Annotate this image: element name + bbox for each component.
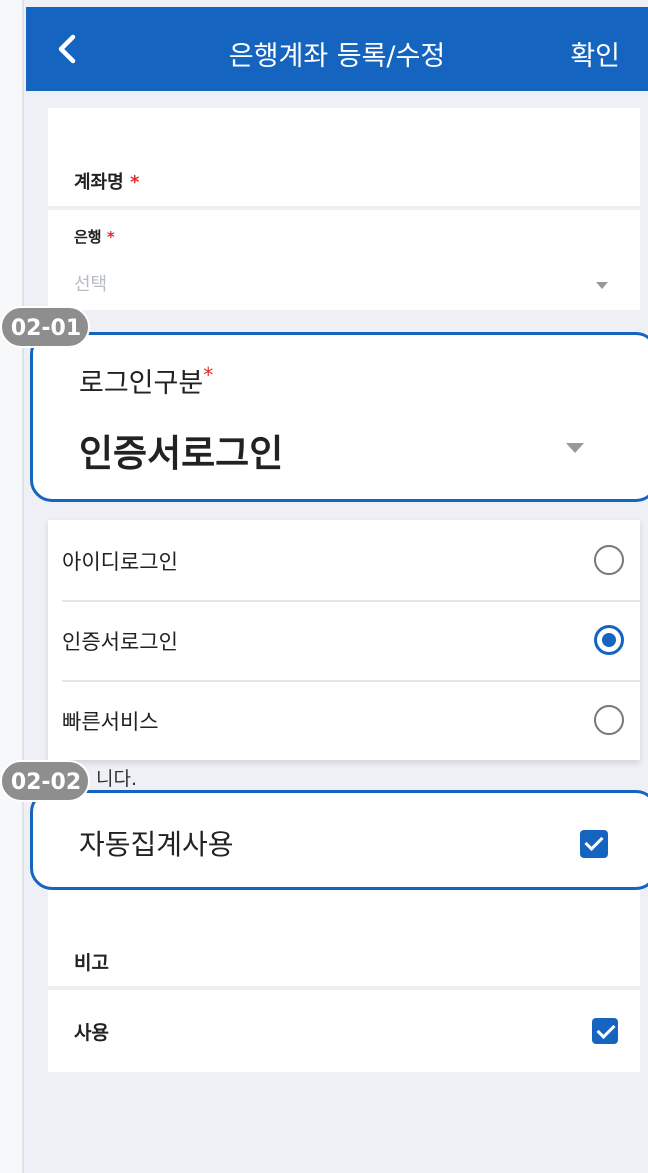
callout-badge: 02-02 [0, 760, 90, 802]
option-item[interactable]: 빠른서비스 [48, 682, 640, 760]
auto-aggregation-callout[interactable]: 자동집계사용 [30, 790, 648, 890]
chevron-down-icon [566, 443, 584, 453]
required-mark: * [106, 228, 115, 246]
login-type-label: 로그인구분 [79, 368, 204, 399]
login-type-value: 인증서로그인 [79, 432, 284, 475]
option-label: 인증서로그인 [62, 630, 178, 654]
bank-label: 은행 [74, 228, 102, 246]
auto-aggregation-label: 자동집계사용 [79, 828, 234, 861]
radio-button[interactable] [594, 545, 624, 575]
app-header: 은행계좌 등록/수정 확인 [26, 7, 648, 91]
left-margin [0, 0, 24, 1173]
option-label: 빠른서비스 [62, 710, 159, 734]
use-row: 사용 [48, 990, 640, 1072]
login-type-options: 아이디로그인 인증서로그인 빠른서비스 [48, 520, 640, 760]
help-text: 니다. [96, 768, 137, 790]
use-checkbox[interactable] [592, 1018, 618, 1044]
account-name-label: 계좌명 [74, 172, 124, 193]
required-mark: * [129, 172, 140, 193]
page-title: 은행계좌 등록/수정 [228, 41, 446, 72]
account-name-field[interactable]: 계좌명 * [48, 108, 640, 206]
memo-label: 비고 [74, 952, 109, 974]
divider [48, 206, 640, 208]
use-label: 사용 [74, 1022, 109, 1044]
required-mark: * [203, 363, 214, 387]
callout-badge: 02-01 [0, 306, 90, 348]
option-label: 아이디로그인 [62, 550, 178, 574]
option-item[interactable]: 인증서로그인 [48, 602, 640, 680]
bank-select[interactable]: 은행 * 선택 [48, 210, 640, 310]
divider [48, 986, 640, 988]
confirm-button[interactable]: 확인 [570, 34, 620, 73]
auto-aggregation-checkbox[interactable] [580, 830, 608, 858]
radio-button-selected[interactable] [594, 625, 624, 655]
memo-field[interactable]: 비고 [48, 890, 640, 986]
app-screen: 은행계좌 등록/수정 확인 계좌명 * 은행 * 선택 아이디로그인 인증서로그… [26, 0, 648, 1173]
bank-placeholder: 선택 [74, 274, 108, 295]
option-item[interactable]: 아이디로그인 [48, 520, 640, 600]
login-type-select-callout[interactable]: 로그인구분* 인증서로그인 [30, 332, 648, 502]
radio-button[interactable] [594, 705, 624, 735]
chevron-down-icon [596, 282, 608, 289]
